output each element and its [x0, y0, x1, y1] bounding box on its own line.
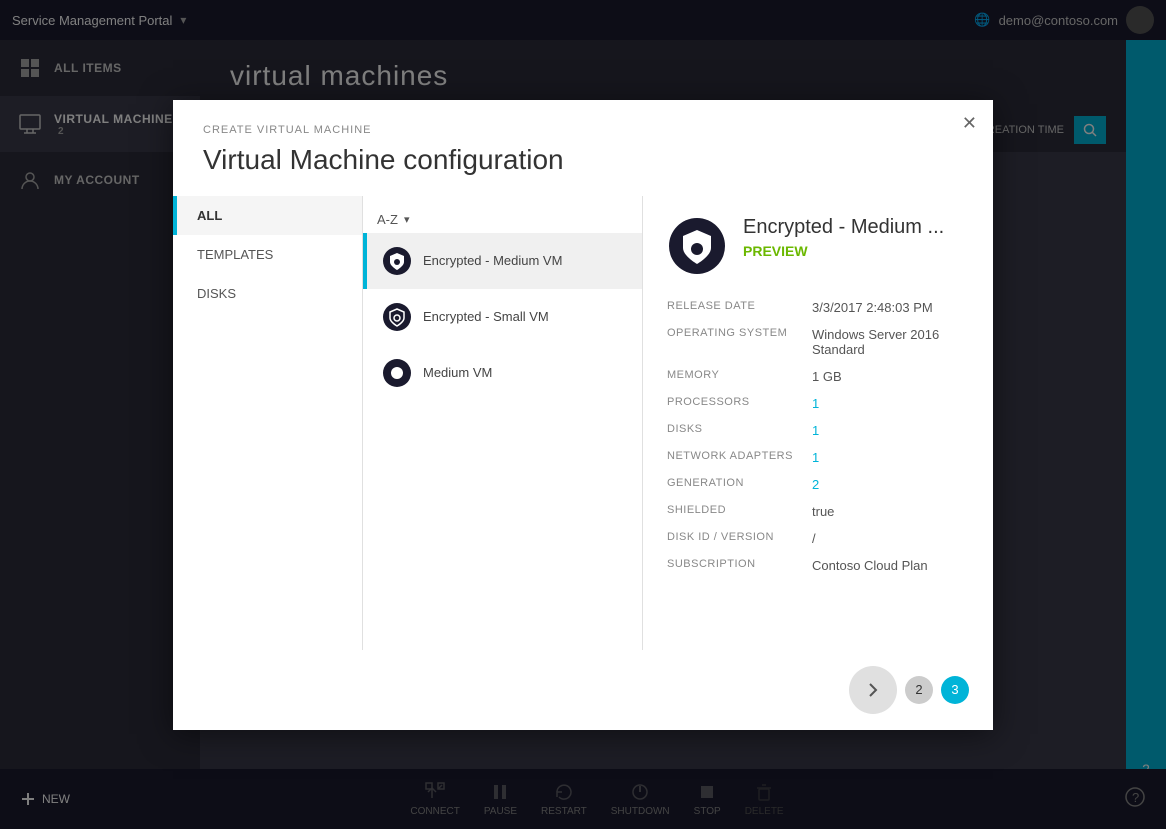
vm-item-encrypted-medium[interactable]: Encrypted - Medium VM [363, 233, 642, 289]
step-3[interactable]: 3 [941, 676, 969, 704]
modal-sidebar: ALL TEMPLATES DISKS [173, 196, 363, 650]
vm-name-encrypted-small: Encrypted - Small VM [423, 309, 549, 324]
spec-shielded: SHIELDED true [667, 504, 969, 519]
spec-subscription-value: Contoso Cloud Plan [812, 558, 928, 573]
spec-memory-value: 1 GB [812, 369, 842, 384]
vm-detail-header: Encrypted - Medium ... PREVIEW [667, 216, 969, 276]
vm-item-medium[interactable]: Medium VM [363, 345, 642, 401]
spec-os-label: OPERATING SYSTEM [667, 327, 812, 339]
step-2[interactable]: 2 [905, 676, 933, 704]
vm-preview-badge: PREVIEW [743, 243, 944, 259]
spec-generation-value: 2 [812, 477, 819, 492]
spec-os: OPERATING SYSTEM Windows Server 2016 Sta… [667, 327, 969, 357]
vm-detail: Encrypted - Medium ... PREVIEW RELEASE D… [643, 196, 993, 650]
spec-os-value: Windows Server 2016 Standard [812, 327, 969, 357]
spec-disks-value: 1 [812, 423, 819, 438]
spec-shielded-value: true [812, 504, 834, 519]
spec-generation-label: GENERATION [667, 477, 812, 489]
filter-dropdown-icon[interactable]: ▾ [404, 213, 410, 226]
filter-label: A-Z [377, 212, 398, 227]
spec-subscription-label: SUBSCRIPTION [667, 558, 812, 570]
spec-processors-label: PROCESSORS [667, 396, 812, 408]
modal-content: A-Z ▾ Encrypted - Medium VM [363, 196, 993, 650]
spec-network-label: NETWORK ADAPTERS [667, 450, 812, 462]
vm-detail-title: Encrypted - Medium ... [743, 216, 944, 239]
vm-specs: RELEASE DATE 3/3/2017 2:48:03 PM OPERATI… [667, 300, 969, 573]
modal-title: Virtual Machine configuration [203, 144, 963, 176]
modal-nav-all[interactable]: ALL [173, 196, 362, 235]
vm-icon-encrypted-small [381, 301, 413, 333]
vm-item-encrypted-small[interactable]: Encrypted - Small VM [363, 289, 642, 345]
spec-release-date-label: RELEASE DATE [667, 300, 812, 312]
spec-memory-label: MEMORY [667, 369, 812, 381]
modal-overlay: ✕ CREATE VIRTUAL MACHINE Virtual Machine… [0, 0, 1166, 829]
spec-shielded-label: SHIELDED [667, 504, 812, 516]
modal-header: CREATE VIRTUAL MACHINE Virtual Machine c… [173, 100, 993, 196]
modal-footer: 2 3 [173, 650, 993, 730]
modal: ✕ CREATE VIRTUAL MACHINE Virtual Machine… [173, 100, 993, 730]
spec-disk-id-value: / [812, 531, 816, 546]
vm-detail-icon [667, 216, 727, 276]
vm-list: A-Z ▾ Encrypted - Medium VM [363, 196, 643, 650]
spec-processors-value: 1 [812, 396, 819, 411]
vm-icon-medium [381, 357, 413, 389]
spec-processors: PROCESSORS 1 [667, 396, 969, 411]
vm-name-encrypted-medium: Encrypted - Medium VM [423, 253, 562, 268]
spec-generation: GENERATION 2 [667, 477, 969, 492]
modal-subtitle: CREATE VIRTUAL MACHINE [203, 124, 963, 136]
modal-nav-templates[interactable]: TEMPLATES [173, 235, 362, 274]
spec-disks-label: DISKS [667, 423, 812, 435]
spec-release-date-value: 3/3/2017 2:48:03 PM [812, 300, 933, 315]
modal-body: ALL TEMPLATES DISKS A-Z ▾ [173, 196, 993, 650]
spec-subscription: SUBSCRIPTION Contoso Cloud Plan [667, 558, 969, 573]
spec-network: NETWORK ADAPTERS 1 [667, 450, 969, 465]
spec-disk-id: DISK ID / VERSION / [667, 531, 969, 546]
next-button[interactable] [849, 666, 897, 714]
spec-disk-id-label: DISK ID / VERSION [667, 531, 812, 543]
vm-icon-encrypted-medium [381, 245, 413, 277]
modal-close-button[interactable]: ✕ [962, 114, 977, 132]
spec-memory: MEMORY 1 GB [667, 369, 969, 384]
spec-network-value: 1 [812, 450, 819, 465]
vm-name-medium: Medium VM [423, 365, 492, 380]
vm-list-filter: A-Z ▾ [363, 206, 642, 233]
modal-nav-disks[interactable]: DISKS [173, 274, 362, 313]
spec-release-date: RELEASE DATE 3/3/2017 2:48:03 PM [667, 300, 969, 315]
spec-disks: DISKS 1 [667, 423, 969, 438]
